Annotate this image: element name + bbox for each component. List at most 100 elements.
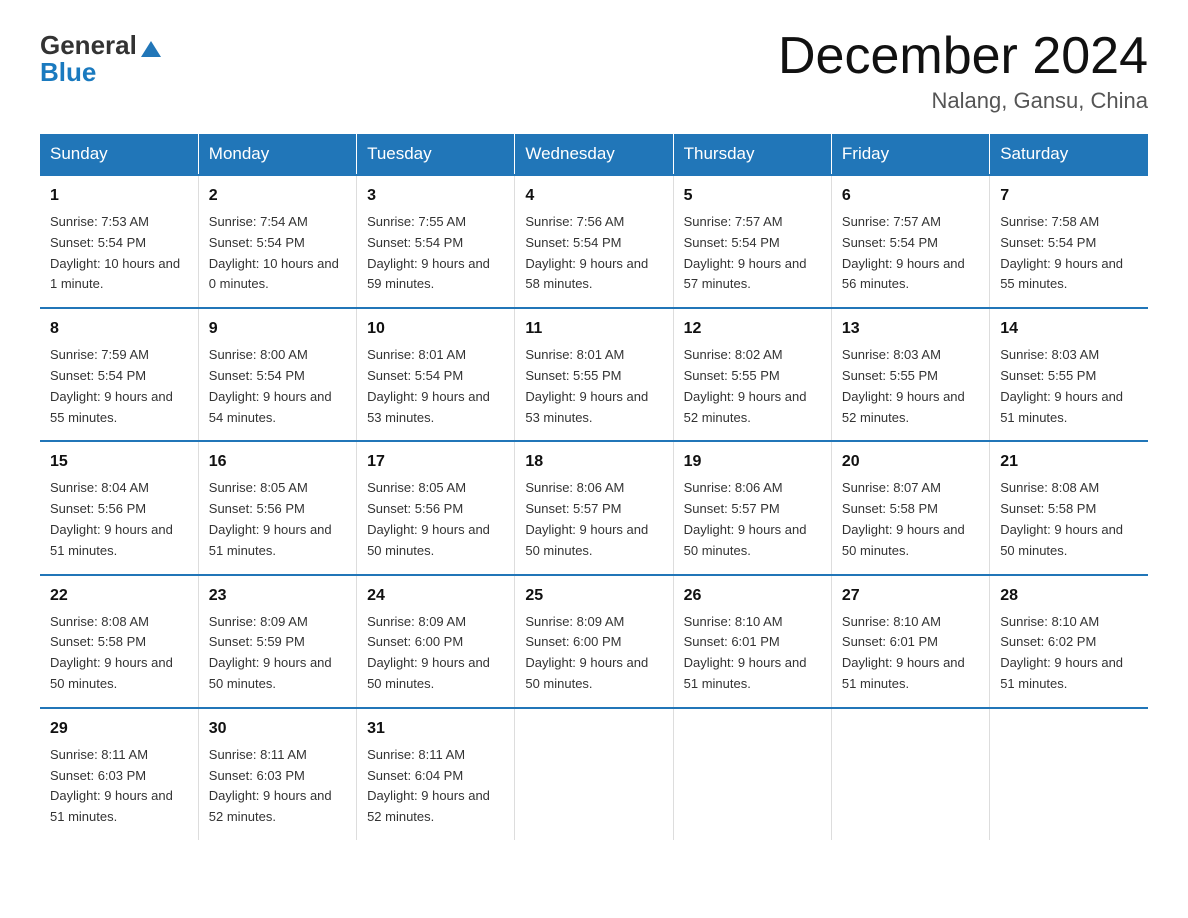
calendar-cell: 19 Sunrise: 8:06 AMSunset: 5:57 PMDayligh… xyxy=(673,441,831,574)
day-number: 13 xyxy=(842,317,979,341)
day-info: Sunrise: 8:05 AMSunset: 5:56 PMDaylight:… xyxy=(367,478,504,561)
day-number: 10 xyxy=(367,317,504,341)
logo-icon: General Blue xyxy=(40,30,161,88)
calendar-cell: 12 Sunrise: 8:02 AMSunset: 5:55 PMDayligh… xyxy=(673,308,831,441)
day-info: Sunrise: 8:04 AMSunset: 5:56 PMDaylight:… xyxy=(50,478,188,561)
day-number: 20 xyxy=(842,450,979,474)
day-number: 19 xyxy=(684,450,821,474)
calendar-cell: 31 Sunrise: 8:11 AMSunset: 6:04 PMDayligh… xyxy=(357,708,515,840)
calendar-cell xyxy=(831,708,989,840)
day-number: 30 xyxy=(209,717,346,741)
calendar-cell: 26Sunrise: 8:10 AMSunset: 6:01 PMDayligh… xyxy=(673,575,831,708)
day-number: 21 xyxy=(1000,450,1138,474)
calendar-cell: 7Sunrise: 7:58 AMSunset: 5:54 PMDaylight… xyxy=(990,175,1148,308)
col-friday: Friday xyxy=(831,134,989,175)
day-number: 4 xyxy=(525,184,662,208)
day-info: Sunrise: 8:03 AMSunset: 5:55 PMDaylight:… xyxy=(842,345,979,428)
calendar-cell: 3 Sunrise: 7:55 AMSunset: 5:54 PMDaylight… xyxy=(357,175,515,308)
day-number: 23 xyxy=(209,584,346,608)
day-info: Sunrise: 8:08 AMSunset: 5:58 PMDaylight:… xyxy=(50,612,188,695)
day-number: 27 xyxy=(842,584,979,608)
day-info: Sunrise: 8:02 AMSunset: 5:55 PMDaylight:… xyxy=(684,345,821,428)
day-info: Sunrise: 8:03 AMSunset: 5:55 PMDaylight:… xyxy=(1000,345,1138,428)
calendar-cell: 18 Sunrise: 8:06 AMSunset: 5:57 PMDayligh… xyxy=(515,441,673,574)
day-number: 17 xyxy=(367,450,504,474)
day-info: Sunrise: 7:55 AMSunset: 5:54 PMDaylight:… xyxy=(367,212,504,295)
calendar-cell: 28 Sunrise: 8:10 AMSunset: 6:02 PMDayligh… xyxy=(990,575,1148,708)
day-info: Sunrise: 8:10 AMSunset: 6:01 PMDaylight:… xyxy=(842,612,979,695)
day-number: 6 xyxy=(842,184,979,208)
day-number: 5 xyxy=(684,184,821,208)
day-info: Sunrise: 8:09 AMSunset: 6:00 PMDaylight:… xyxy=(525,612,662,695)
week-row-4: 29 Sunrise: 8:11 AMSunset: 6:03 PMDayligh… xyxy=(40,708,1148,840)
day-number: 11 xyxy=(525,317,662,341)
logo-triangle-icon xyxy=(141,41,161,57)
day-number: 8 xyxy=(50,317,188,341)
day-info: Sunrise: 8:09 AMSunset: 6:00 PMDaylight:… xyxy=(367,612,504,695)
title-section: December 2024 Nalang, Gansu, China xyxy=(778,30,1148,114)
day-info: Sunrise: 8:05 AMSunset: 5:56 PMDaylight:… xyxy=(209,478,346,561)
week-row-3: 22 Sunrise: 8:08 AMSunset: 5:58 PMDayligh… xyxy=(40,575,1148,708)
day-info: Sunrise: 8:08 AMSunset: 5:58 PMDaylight:… xyxy=(1000,478,1138,561)
day-info: Sunrise: 7:54 AMSunset: 5:54 PMDaylight:… xyxy=(209,212,346,295)
calendar-cell: 10 Sunrise: 8:01 AMSunset: 5:54 PMDayligh… xyxy=(357,308,515,441)
day-info: Sunrise: 8:00 AMSunset: 5:54 PMDaylight:… xyxy=(209,345,346,428)
day-number: 24 xyxy=(367,584,504,608)
day-number: 14 xyxy=(1000,317,1138,341)
day-info: Sunrise: 7:58 AMSunset: 5:54 PMDaylight:… xyxy=(1000,212,1138,295)
logo: General Blue xyxy=(40,30,161,88)
calendar-cell: 20 Sunrise: 8:07 AMSunset: 5:58 PMDayligh… xyxy=(831,441,989,574)
day-info: Sunrise: 8:06 AMSunset: 5:57 PMDaylight:… xyxy=(525,478,662,561)
calendar-cell: 17 Sunrise: 8:05 AMSunset: 5:56 PMDayligh… xyxy=(357,441,515,574)
day-info: Sunrise: 8:10 AMSunset: 6:02 PMDaylight:… xyxy=(1000,612,1138,695)
day-info: Sunrise: 8:11 AMSunset: 6:03 PMDaylight:… xyxy=(209,745,346,828)
calendar-cell xyxy=(990,708,1148,840)
location-text: Nalang, Gansu, China xyxy=(778,88,1148,114)
day-info: Sunrise: 8:11 AMSunset: 6:03 PMDaylight:… xyxy=(50,745,188,828)
day-info: Sunrise: 8:01 AMSunset: 5:55 PMDaylight:… xyxy=(525,345,662,428)
calendar-cell: 5 Sunrise: 7:57 AMSunset: 5:54 PMDaylight… xyxy=(673,175,831,308)
day-number: 31 xyxy=(367,717,504,741)
day-number: 22 xyxy=(50,584,188,608)
day-number: 26 xyxy=(684,584,821,608)
calendar-cell: 30 Sunrise: 8:11 AMSunset: 6:03 PMDayligh… xyxy=(198,708,356,840)
day-number: 15 xyxy=(50,450,188,474)
day-number: 12 xyxy=(684,317,821,341)
calendar-cell: 16Sunrise: 8:05 AMSunset: 5:56 PMDayligh… xyxy=(198,441,356,574)
col-wednesday: Wednesday xyxy=(515,134,673,175)
day-number: 25 xyxy=(525,584,662,608)
calendar-cell: 24 Sunrise: 8:09 AMSunset: 6:00 PMDayligh… xyxy=(357,575,515,708)
day-info: Sunrise: 7:57 AMSunset: 5:54 PMDaylight:… xyxy=(842,212,979,295)
col-saturday: Saturday xyxy=(990,134,1148,175)
day-info: Sunrise: 8:07 AMSunset: 5:58 PMDaylight:… xyxy=(842,478,979,561)
day-number: 18 xyxy=(525,450,662,474)
col-sunday: Sunday xyxy=(40,134,198,175)
calendar-cell: 22 Sunrise: 8:08 AMSunset: 5:58 PMDayligh… xyxy=(40,575,198,708)
day-info: Sunrise: 8:01 AMSunset: 5:54 PMDaylight:… xyxy=(367,345,504,428)
page-header: General Blue December 2024 Nalang, Gansu… xyxy=(40,30,1148,114)
calendar-cell: 25 Sunrise: 8:09 AMSunset: 6:00 PMDayligh… xyxy=(515,575,673,708)
calendar-cell xyxy=(515,708,673,840)
day-info: Sunrise: 8:09 AMSunset: 5:59 PMDaylight:… xyxy=(209,612,346,695)
day-info: Sunrise: 8:06 AMSunset: 5:57 PMDaylight:… xyxy=(684,478,821,561)
day-number: 29 xyxy=(50,717,188,741)
calendar-table: Sunday Monday Tuesday Wednesday Thursday… xyxy=(40,134,1148,840)
month-title: December 2024 xyxy=(778,30,1148,82)
calendar-cell xyxy=(673,708,831,840)
calendar-body: 1Sunrise: 7:53 AMSunset: 5:54 PMDaylight… xyxy=(40,175,1148,840)
header-row: Sunday Monday Tuesday Wednesday Thursday… xyxy=(40,134,1148,175)
day-number: 1 xyxy=(50,184,188,208)
logo-blue-text: Blue xyxy=(40,57,96,88)
day-info: Sunrise: 7:57 AMSunset: 5:54 PMDaylight:… xyxy=(684,212,821,295)
calendar-cell: 13 Sunrise: 8:03 AMSunset: 5:55 PMDayligh… xyxy=(831,308,989,441)
day-number: 2 xyxy=(209,184,346,208)
day-number: 28 xyxy=(1000,584,1138,608)
week-row-1: 8Sunrise: 7:59 AMSunset: 5:54 PMDaylight… xyxy=(40,308,1148,441)
calendar-cell: 9Sunrise: 8:00 AMSunset: 5:54 PMDaylight… xyxy=(198,308,356,441)
day-number: 3 xyxy=(367,184,504,208)
col-thursday: Thursday xyxy=(673,134,831,175)
week-row-0: 1Sunrise: 7:53 AMSunset: 5:54 PMDaylight… xyxy=(40,175,1148,308)
calendar-cell: 14 Sunrise: 8:03 AMSunset: 5:55 PMDayligh… xyxy=(990,308,1148,441)
day-info: Sunrise: 8:11 AMSunset: 6:04 PMDaylight:… xyxy=(367,745,504,828)
col-tuesday: Tuesday xyxy=(357,134,515,175)
